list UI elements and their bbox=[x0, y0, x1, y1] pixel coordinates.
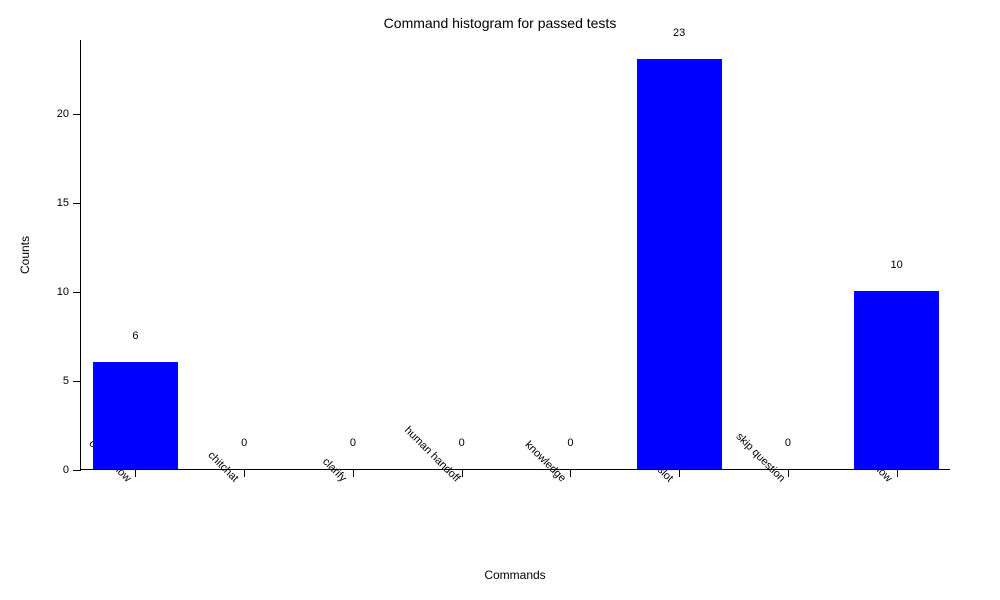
bar bbox=[637, 59, 722, 469]
chart-title: Command histogram for passed tests bbox=[0, 15, 1000, 31]
bar-value-label: 0 bbox=[785, 437, 791, 453]
bar-value-label: 23 bbox=[673, 27, 685, 43]
bar-value-label: 10 bbox=[891, 259, 903, 275]
bar-value-label: 0 bbox=[567, 437, 573, 453]
bar-value-label: 0 bbox=[241, 437, 247, 453]
chart-plot-area: 05101520cancel flow6chitchat0clarify0hum… bbox=[80, 40, 950, 470]
bar bbox=[854, 291, 939, 469]
y-tick-label: 10 bbox=[57, 286, 81, 298]
bar-value-label: 0 bbox=[459, 437, 465, 453]
bar bbox=[93, 362, 178, 469]
bar-value-label: 6 bbox=[132, 330, 138, 346]
x-axis-label: Commands bbox=[80, 568, 950, 582]
y-tick-label: 15 bbox=[57, 197, 81, 209]
y-tick-label: 20 bbox=[57, 108, 81, 120]
x-tick-label: skip question bbox=[733, 424, 794, 485]
bar-value-label: 0 bbox=[350, 437, 356, 453]
x-tick-label: clarify bbox=[320, 449, 356, 485]
y-axis-label: Counts bbox=[18, 236, 32, 274]
y-tick-label: 5 bbox=[63, 375, 81, 387]
y-tick-label: 0 bbox=[63, 464, 81, 476]
